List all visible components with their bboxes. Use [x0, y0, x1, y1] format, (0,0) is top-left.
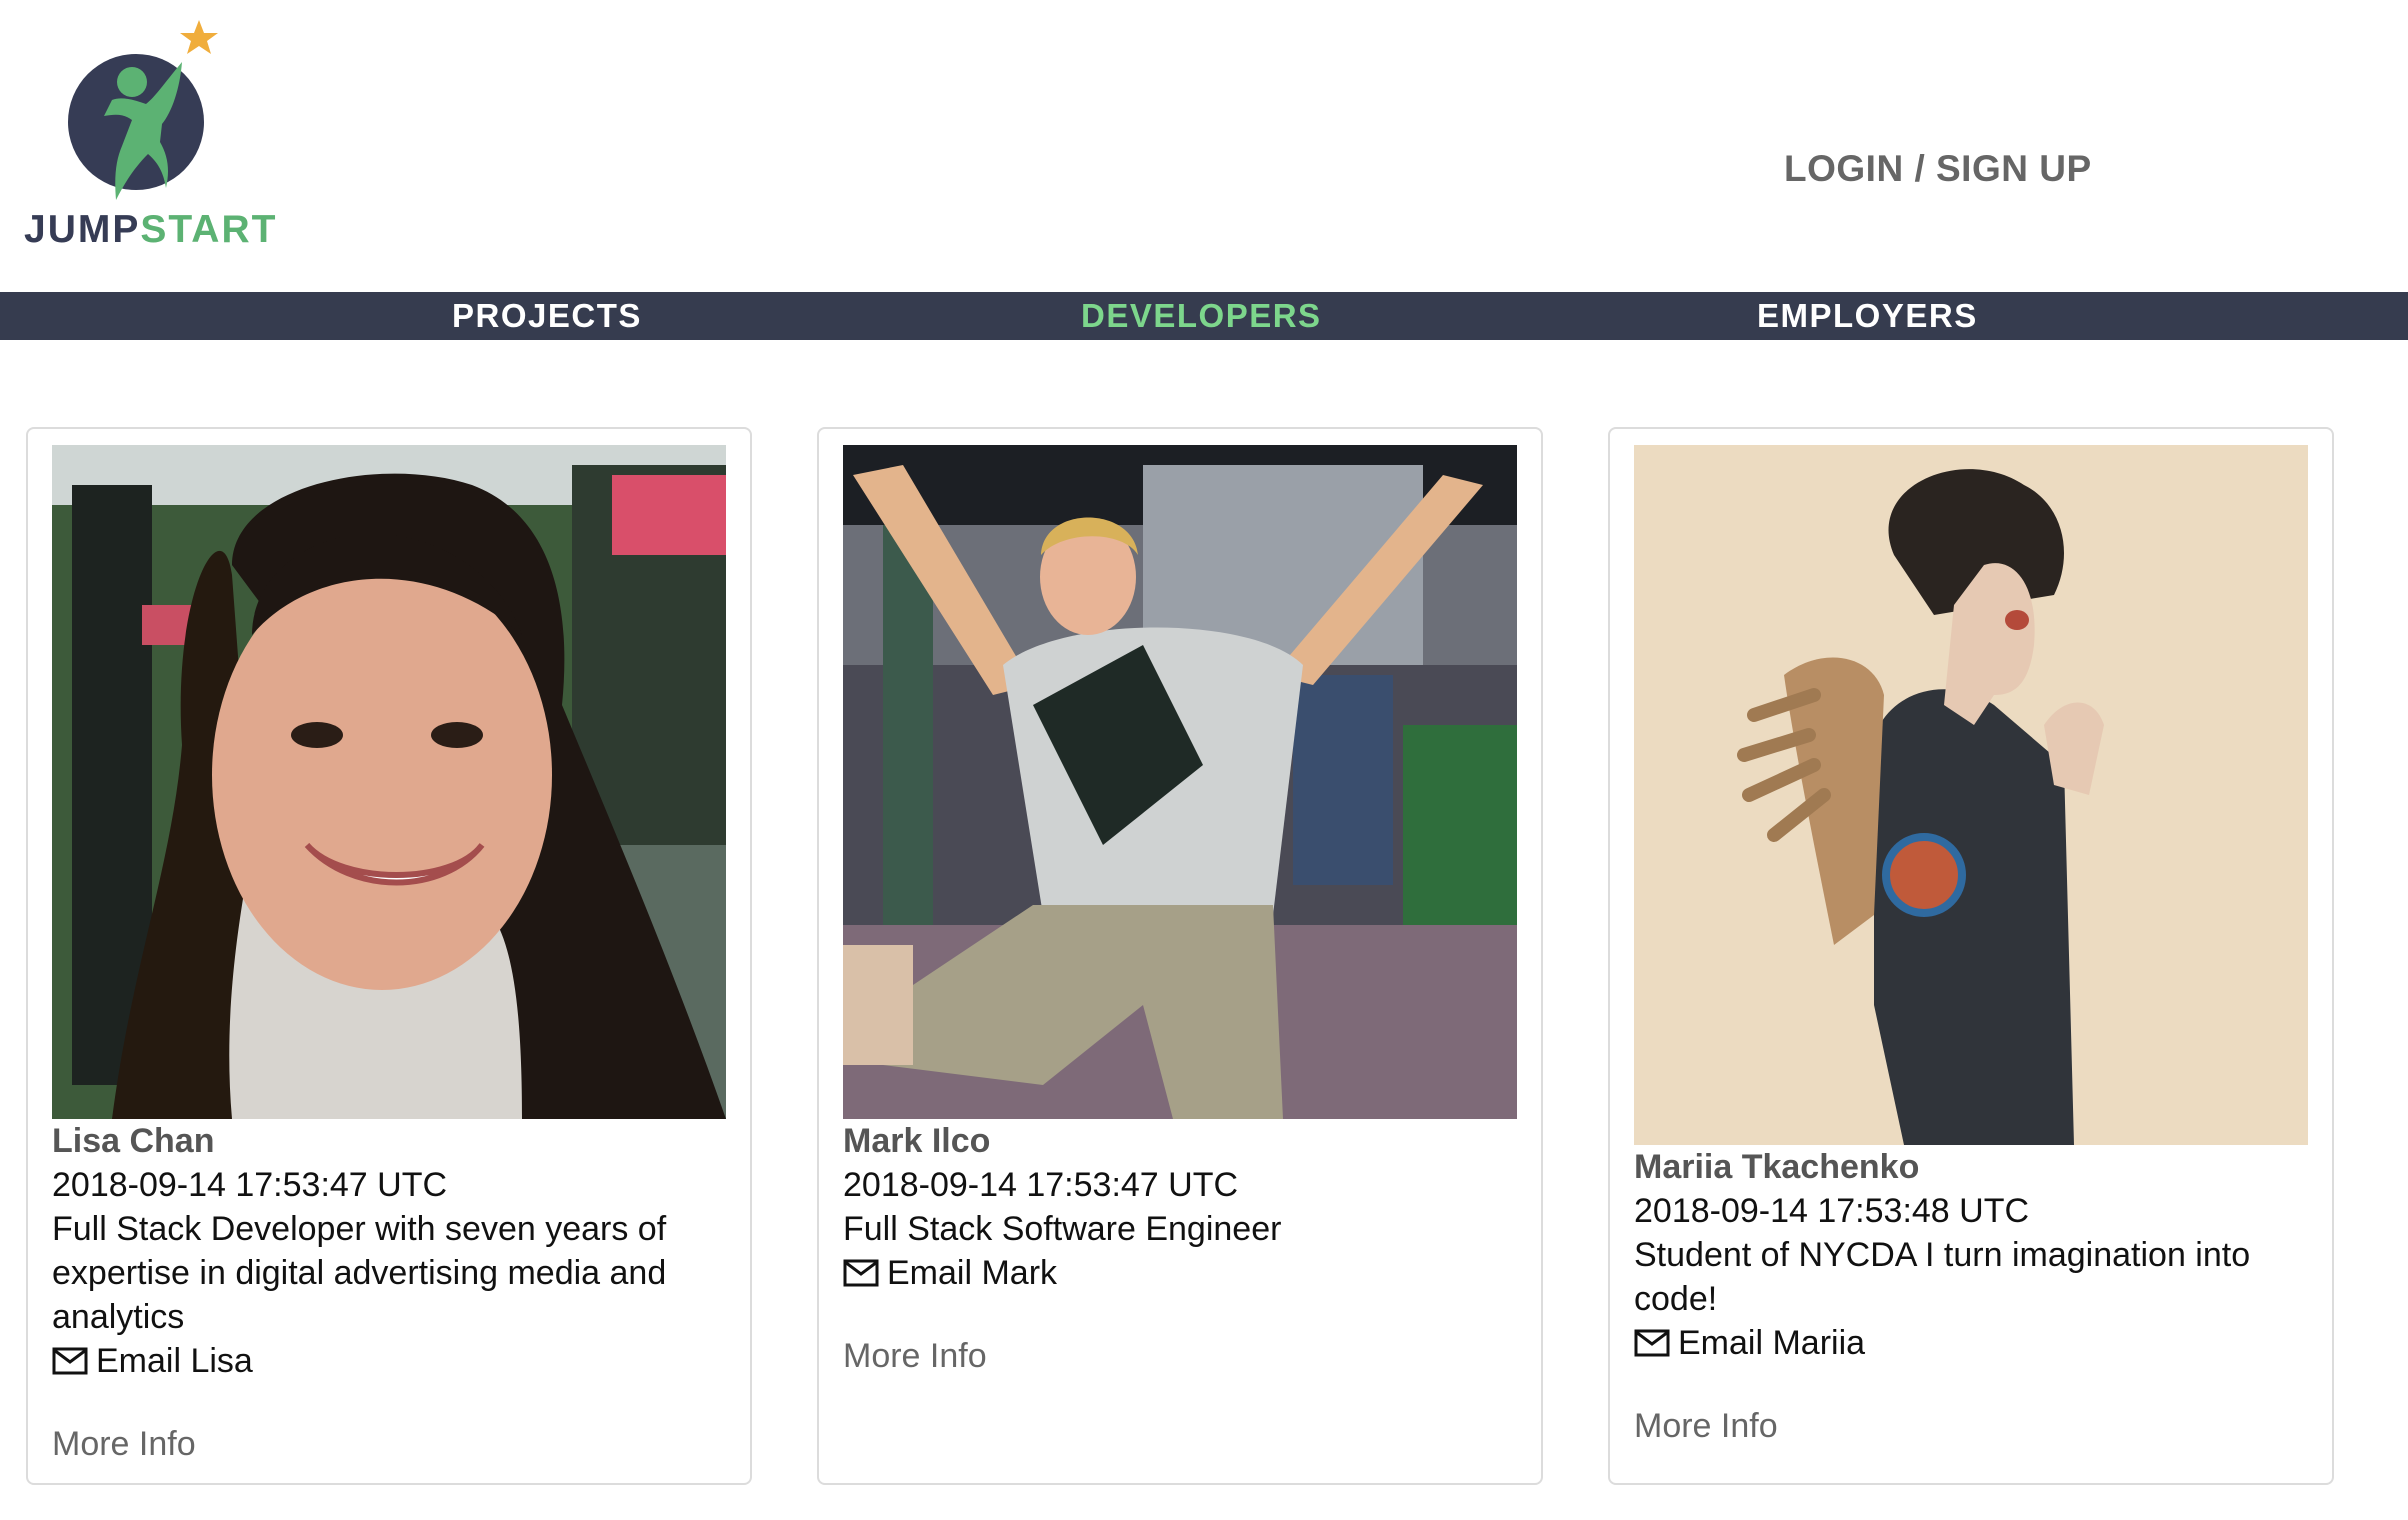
more-info-link[interactable]: More Info — [843, 1337, 987, 1376]
developer-photo — [1634, 445, 2308, 1145]
developer-info: Lisa Chan 2018-09-14 17:53:47 UTC Full S… — [52, 1119, 732, 1386]
email-developer-link[interactable]: Email Mark — [843, 1251, 1057, 1295]
developer-photo — [52, 445, 726, 1119]
jumpstart-logo[interactable]: JUMPSTART — [20, 16, 275, 256]
developer-card: Mariia Tkachenko 2018-09-14 17:53:48 UTC… — [1608, 427, 2334, 1485]
developer-info: Mark Ilco 2018-09-14 17:53:47 UTC Full S… — [843, 1119, 1523, 1298]
email-label: Email Mariia — [1678, 1324, 1866, 1362]
envelope-icon — [52, 1347, 88, 1375]
developer-name: Mariia Tkachenko — [1634, 1148, 1920, 1186]
email-label: Email Lisa — [96, 1342, 253, 1380]
developer-created-at: 2018-09-14 17:53:48 UTC — [1634, 1192, 2030, 1230]
developer-card: Mark Ilco 2018-09-14 17:53:47 UTC Full S… — [817, 427, 1543, 1485]
main-navbar: PROJECTS DEVELOPERS EMPLOYERS — [0, 292, 2408, 340]
email-developer-link[interactable]: Email Lisa — [52, 1339, 253, 1383]
developer-bio: Student of NYCDA I turn imagination into… — [1634, 1236, 2251, 1318]
envelope-icon — [843, 1259, 879, 1287]
developer-created-at: 2018-09-14 17:53:47 UTC — [52, 1166, 448, 1204]
developer-created-at: 2018-09-14 17:53:47 UTC — [843, 1166, 1239, 1204]
developer-bio: Full Stack Developer with seven years of… — [52, 1210, 667, 1336]
developer-bio: Full Stack Software Engineer — [843, 1210, 1282, 1248]
logo-word-start: START — [140, 208, 278, 251]
developer-photo — [843, 445, 1517, 1119]
nav-employers[interactable]: EMPLOYERS — [1757, 292, 1978, 340]
email-label: Email Mark — [887, 1254, 1058, 1292]
developer-info: Mariia Tkachenko 2018-09-14 17:53:48 UTC… — [1634, 1145, 2314, 1368]
email-developer-link[interactable]: Email Mariia — [1634, 1321, 1865, 1365]
logo-mark-icon — [68, 20, 218, 200]
developer-card: Lisa Chan 2018-09-14 17:53:47 UTC Full S… — [26, 427, 752, 1485]
logo-word-jump: JUMP — [24, 208, 141, 251]
logo-wordmark: JUMPSTART — [24, 208, 277, 252]
developer-name: Mark Ilco — [843, 1122, 991, 1160]
more-info-link[interactable]: More Info — [1634, 1407, 1778, 1446]
nav-projects[interactable]: PROJECTS — [452, 292, 642, 340]
developer-name: Lisa Chan — [52, 1122, 215, 1160]
envelope-icon — [1634, 1329, 1670, 1357]
more-info-link[interactable]: More Info — [52, 1425, 196, 1464]
login-signup-link[interactable]: LOGIN / SIGN UP — [1784, 148, 2092, 190]
nav-developers[interactable]: DEVELOPERS — [1081, 292, 1322, 340]
